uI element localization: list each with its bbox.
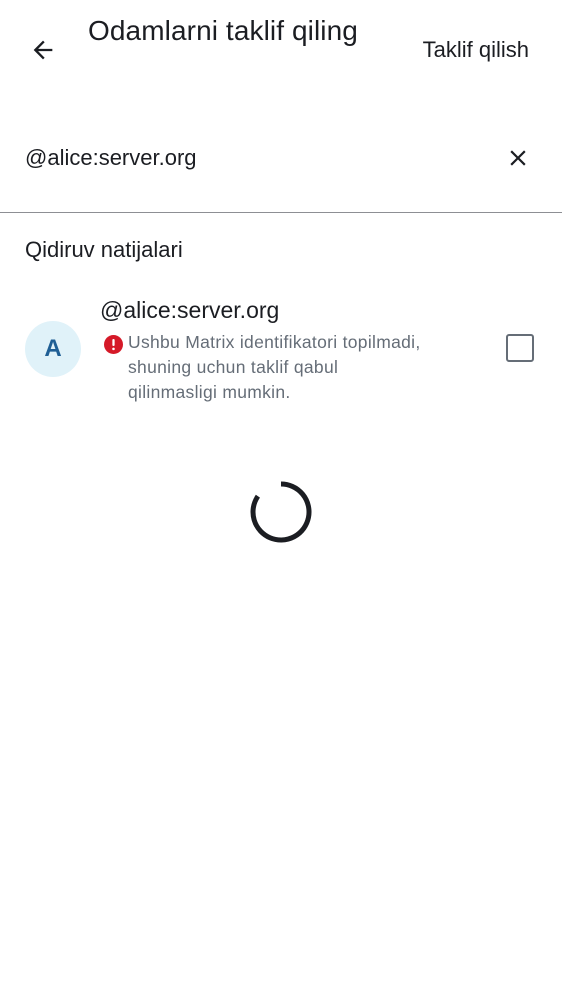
error-icon bbox=[104, 335, 123, 354]
loading-spinner-icon bbox=[250, 481, 312, 543]
search-input[interactable] bbox=[25, 138, 465, 178]
page-title: Odamlarni taklif qiling bbox=[88, 15, 358, 46]
arrow-left-icon bbox=[33, 40, 53, 60]
avatar: A bbox=[25, 321, 81, 377]
list-item[interactable]: A @alice:server.org Ushbu Matrix identif… bbox=[0, 290, 562, 414]
clear-search-button[interactable] bbox=[496, 136, 540, 180]
warning-text: Ushbu Matrix identifikatori topilmadi, s… bbox=[128, 332, 421, 402]
back-button[interactable] bbox=[18, 25, 68, 75]
close-icon bbox=[510, 150, 526, 166]
select-checkbox[interactable] bbox=[506, 334, 534, 362]
user-id-label: @alice:server.org bbox=[100, 297, 280, 323]
search-bar bbox=[0, 118, 562, 213]
invite-button[interactable]: Taklif qilish bbox=[423, 32, 529, 68]
search-results-heading: Qidiruv natijalari bbox=[25, 237, 183, 262]
top-app-bar: Odamlarni taklif qiling Taklif qilish bbox=[0, 0, 562, 104]
